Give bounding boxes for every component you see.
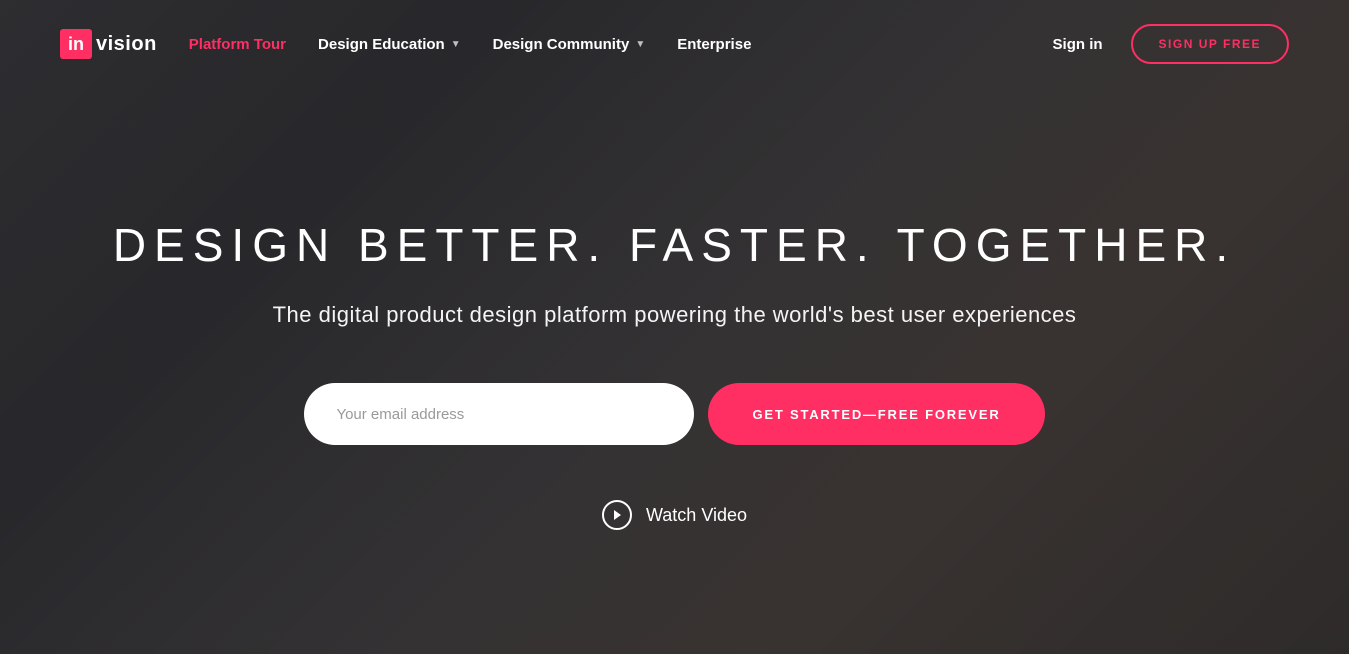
hero-title: DESIGN BETTER. FASTER. TOGETHER. (0, 218, 1349, 272)
nav-label: Design Community (493, 36, 630, 53)
header-right: Sign in SIGN UP FREE (1053, 24, 1289, 64)
play-triangle-icon (614, 510, 621, 520)
nav-label: Enterprise (677, 36, 751, 53)
header-left: invision Platform Tour Design Education … (60, 29, 751, 59)
nav-platform-tour[interactable]: Platform Tour (189, 36, 286, 53)
nav-design-education[interactable]: Design Education ▼ (318, 36, 461, 53)
get-started-button[interactable]: GET STARTED—FREE FOREVER (708, 383, 1044, 445)
logo-box: in (60, 29, 92, 59)
play-icon (602, 500, 632, 530)
signup-button[interactable]: SIGN UP FREE (1131, 24, 1289, 64)
chevron-down-icon: ▼ (635, 39, 645, 50)
main-nav: Platform Tour Design Education ▼ Design … (189, 36, 752, 53)
signin-link[interactable]: Sign in (1053, 36, 1103, 53)
logo[interactable]: invision (60, 29, 157, 59)
logo-text: vision (96, 33, 157, 56)
watch-video-label: Watch Video (646, 505, 747, 526)
email-input[interactable] (304, 383, 694, 445)
nav-enterprise[interactable]: Enterprise (677, 36, 751, 53)
hero-section: invision Platform Tour Design Education … (0, 0, 1349, 654)
watch-video-button[interactable]: Watch Video (602, 500, 747, 530)
hero-subtitle: The digital product design platform powe… (0, 302, 1349, 328)
chevron-down-icon: ▼ (451, 39, 461, 50)
hero-content: DESIGN BETTER. FASTER. TOGETHER. The dig… (0, 88, 1349, 530)
header: invision Platform Tour Design Education … (0, 0, 1349, 88)
signup-form: GET STARTED—FREE FOREVER (0, 383, 1349, 445)
nav-label: Design Education (318, 36, 445, 53)
nav-design-community[interactable]: Design Community ▼ (493, 36, 646, 53)
nav-label: Platform Tour (189, 36, 286, 53)
